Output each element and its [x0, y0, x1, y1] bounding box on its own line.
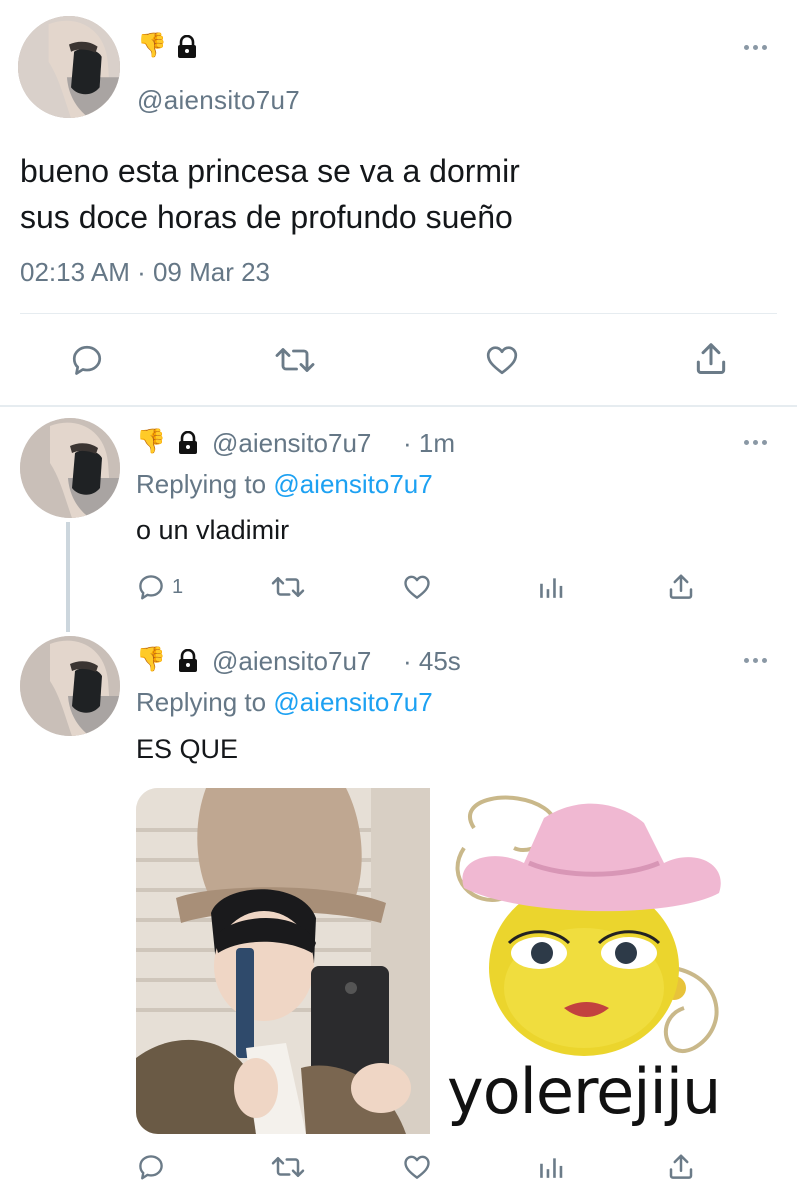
tweet-text: ES QUE: [136, 734, 239, 764]
lock-icon: [177, 649, 199, 673]
share-icon[interactable]: [690, 338, 732, 380]
reply-icon[interactable]: [134, 570, 168, 604]
retweet-icon[interactable]: [268, 1150, 308, 1184]
avatar[interactable]: [18, 16, 120, 118]
avatar[interactable]: [20, 418, 120, 518]
avatar[interactable]: [20, 636, 120, 736]
lock-icon: [176, 35, 198, 59]
more-options-button[interactable]: [740, 437, 770, 447]
share-icon[interactable]: [664, 1150, 698, 1184]
analytics-icon[interactable]: [534, 1150, 568, 1184]
reply-icon[interactable]: [134, 1150, 168, 1184]
replying-to-label: Replying to: [136, 687, 267, 717]
thumbs-down-emoji: 👎: [137, 32, 167, 59]
replying-to-handle[interactable]: @aiensito7u7: [273, 469, 432, 499]
analytics-icon[interactable]: [534, 570, 568, 604]
tweet-text: bueno esta princesa se va a dormir sus d…: [20, 148, 520, 240]
username-handle[interactable]: @aiensito7u7: [212, 428, 371, 459]
username-handle[interactable]: @aiensito7u7: [212, 646, 371, 677]
like-icon[interactable]: [400, 570, 434, 604]
reply-icon[interactable]: [67, 340, 107, 380]
media-photo[interactable]: [136, 788, 430, 1134]
share-icon[interactable]: [664, 570, 698, 604]
tweet-text-line: sus doce horas de profundo sueño: [20, 199, 513, 235]
thread-line: [66, 522, 70, 632]
tweet-time[interactable]: · 45s: [403, 646, 461, 677]
thumbs-down-emoji: 👎: [136, 428, 166, 455]
reply-count: 1: [172, 576, 184, 598]
retweet-icon[interactable]: [272, 340, 318, 380]
tweet-timestamp[interactable]: 02:13 AM · 09 Mar 23: [20, 257, 270, 288]
replying-to: Replying to @aiensito7u7: [136, 687, 433, 718]
replying-to: Replying to @aiensito7u7: [136, 469, 433, 500]
replying-to-handle[interactable]: @aiensito7u7: [273, 687, 432, 717]
replying-to-label: Replying to: [136, 469, 267, 499]
more-options-button[interactable]: [740, 655, 770, 665]
tweet-text-line: bueno esta princesa se va a dormir: [20, 153, 520, 189]
divider: [20, 313, 777, 314]
like-icon[interactable]: [400, 1150, 434, 1184]
username-handle[interactable]: @aiensito7u7: [137, 85, 300, 116]
lock-icon: [177, 431, 199, 455]
divider: [0, 405, 797, 407]
media-caption-text: yolerejiju: [447, 1055, 721, 1128]
retweet-icon[interactable]: [268, 570, 308, 604]
more-options-button[interactable]: [740, 42, 770, 52]
thumbs-down-emoji: 👎: [136, 646, 166, 673]
tweet-text: o un vladimir: [136, 515, 290, 545]
tweet-time[interactable]: · 1m: [403, 428, 455, 459]
like-icon[interactable]: [481, 340, 523, 380]
